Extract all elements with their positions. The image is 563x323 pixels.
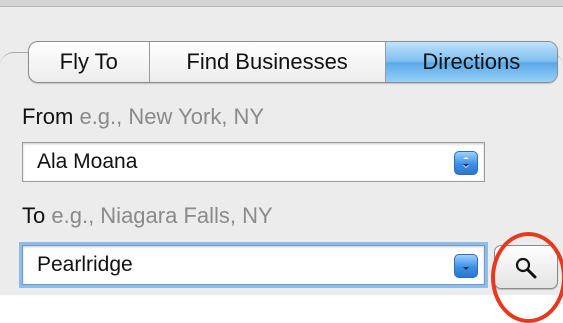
to-label: To (22, 203, 46, 228)
from-input[interactable]: Ala Moana (37, 150, 137, 174)
chevron-down-icon (463, 267, 469, 270)
to-label-row: To e.g., Niagara Falls, NY (22, 203, 273, 229)
to-combobox[interactable]: Pearlridge (22, 245, 485, 285)
tab-fly-to[interactable]: Fly To (29, 42, 150, 82)
to-input[interactable]: Pearlridge (37, 253, 133, 277)
directions-panel: Fly To Find Businesses Directions From e… (0, 0, 563, 323)
tab-find-businesses[interactable]: Find Businesses (150, 42, 386, 82)
search-button[interactable] (494, 245, 558, 289)
from-hint: e.g., New York, NY (79, 104, 265, 129)
panel-bottom-area (0, 295, 563, 318)
from-dropdown-button[interactable] (454, 151, 478, 175)
panel-top-border (0, 0, 563, 7)
to-hint: e.g., Niagara Falls, NY (51, 203, 273, 228)
tab-directions[interactable]: Directions (385, 42, 557, 82)
mode-tabs: Fly To Find Businesses Directions (28, 41, 558, 83)
from-label-row: From e.g., New York, NY (22, 104, 264, 130)
from-label: From (22, 104, 74, 129)
to-dropdown-button[interactable] (454, 254, 478, 278)
from-combobox[interactable]: Ala Moana (22, 142, 485, 182)
magnifier-icon (515, 257, 537, 279)
chevron-down-icon (463, 157, 469, 168)
